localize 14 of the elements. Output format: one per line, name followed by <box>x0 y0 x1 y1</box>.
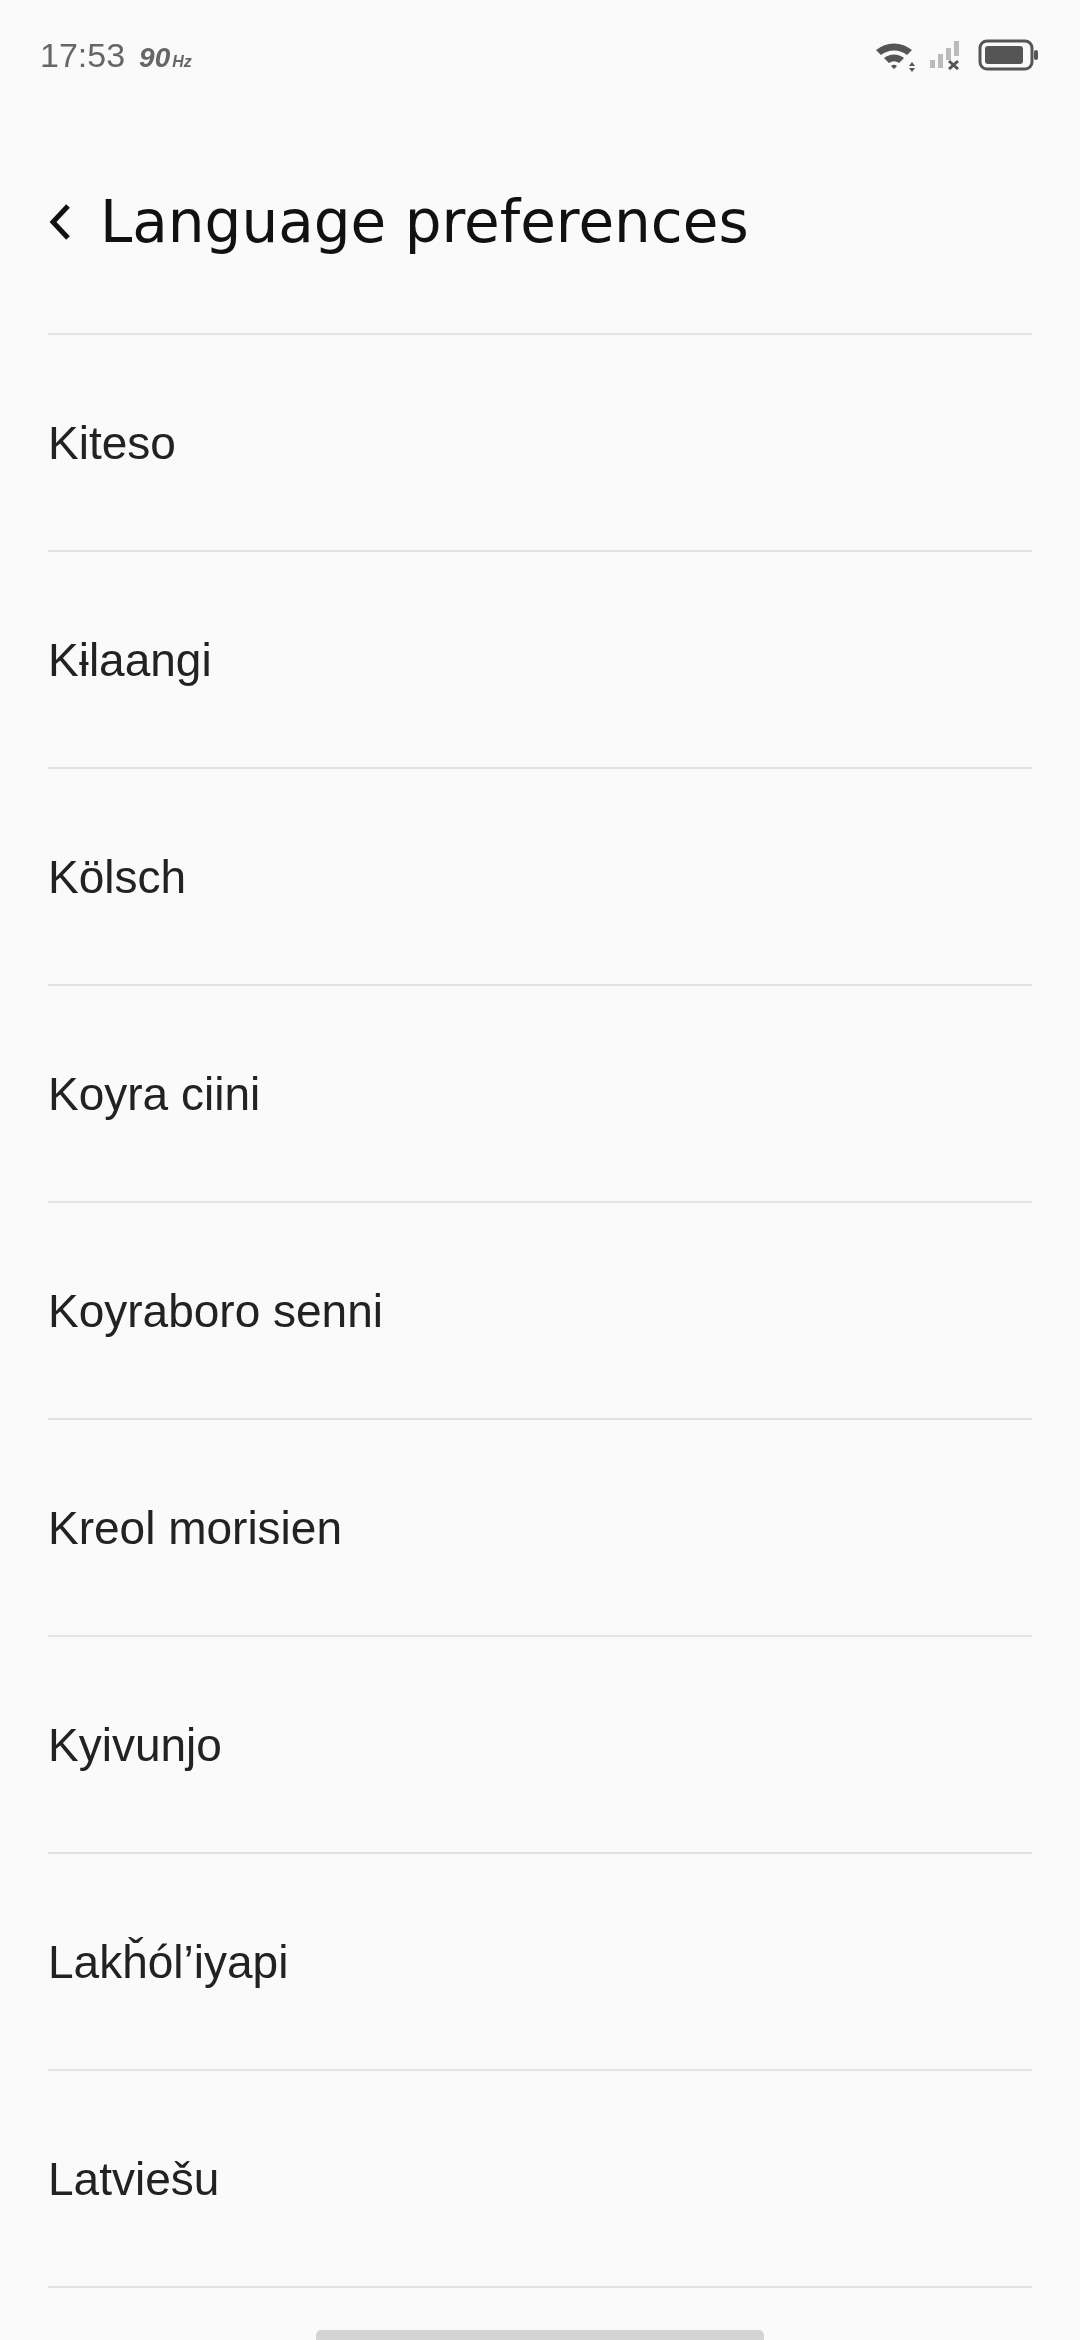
language-item[interactable]: Kölsch <box>48 769 1032 986</box>
language-item[interactable]: Koyra ciini <box>48 986 1032 1203</box>
language-item[interactable]: Kyivunjo <box>48 1637 1032 1854</box>
language-item[interactable]: Lakȟól’iyapi <box>48 1854 1032 2071</box>
refresh-rate: 90 <box>139 41 171 74</box>
status-time: 17:53 <box>40 35 126 75</box>
refresh-unit: Hz <box>172 52 192 71</box>
language-item[interactable]: Kɨlaangi <box>48 552 1032 769</box>
language-item[interactable]: Latviešu <box>48 2071 1032 2288</box>
page-title: Language preferences <box>100 187 749 256</box>
battery-icon <box>978 39 1038 71</box>
language-item[interactable]: Kreol morisien <box>48 1420 1032 1637</box>
language-item[interactable]: Koyraboro senni <box>48 1203 1032 1420</box>
language-item[interactable]: Kiteso <box>48 335 1032 552</box>
